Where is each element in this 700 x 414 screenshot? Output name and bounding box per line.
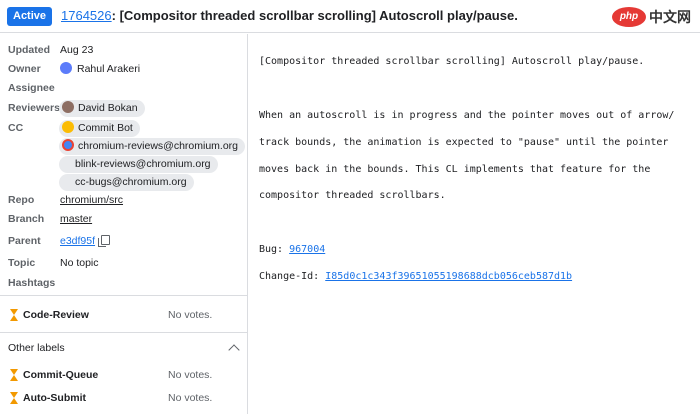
cc-chip[interactable]: cc-bugs@chromium.org [59, 174, 194, 191]
divider [0, 295, 248, 296]
repo-link[interactable]: chromium/src [60, 191, 123, 209]
watermark-text: 中文网 [649, 9, 691, 25]
bug-link[interactable]: 967004 [289, 244, 325, 255]
row-branch: Branch master [0, 210, 248, 228]
label-auto-submit: Auto-Submit No votes. [8, 389, 240, 407]
label-votes: No votes. [168, 309, 213, 321]
status-badge: Active [7, 7, 53, 26]
watermark-oval: php [612, 7, 646, 27]
divider [0, 332, 248, 333]
commit-body-line: moves back in the bounds. This CL implem… [259, 163, 651, 175]
label-votes: No votes. [168, 369, 213, 381]
label-name: Commit-Queue [23, 369, 99, 381]
commit-body-line: track bounds, the animation is expected … [259, 136, 669, 148]
label-commit-queue: Commit-Queue No votes. [8, 366, 240, 384]
hourglass-icon [10, 369, 19, 381]
change-subject: : [Compositor threaded scrollbar scrolli… [111, 8, 518, 23]
commit-body-line: When an autoscroll is in progress and th… [259, 110, 675, 121]
reviewer-avatar [62, 101, 74, 113]
copy-icon[interactable] [98, 235, 111, 247]
chevron-up-icon[interactable] [228, 344, 240, 356]
hashtags-label: Hashtags [8, 277, 56, 289]
watermark-logo: php 中文网 [612, 2, 694, 30]
change-id-line: Change-Id: I85d0c1c343f39651055198688dcb… [259, 270, 689, 283]
label-votes: No votes. [168, 392, 213, 404]
bug-label: Bug: [259, 243, 290, 255]
hourglass-icon [10, 309, 19, 321]
reviewer-name: David Bokan [78, 102, 138, 114]
assignee-label: Assignee [8, 82, 55, 94]
owner-name: Rahul Arakeri [77, 63, 141, 75]
branch-label: Branch [8, 213, 45, 225]
owner-user[interactable]: Rahul Arakeri [60, 60, 140, 78]
row-owner: Owner Rahul Arakeri [0, 60, 248, 78]
cc-chip[interactable]: Commit Bot [59, 120, 140, 137]
cc-chip[interactable]: chromium-reviews@chromium.org [59, 138, 246, 155]
row-topic: Topic No topic [0, 254, 248, 272]
row-hashtags: Hashtags [0, 274, 248, 292]
parent-label: Parent [8, 235, 41, 247]
cc-chip[interactable]: blink-reviews@chromium.org [59, 156, 218, 173]
bug-line: Bug: 967004 [259, 243, 689, 256]
label-name: Auto-Submit [23, 392, 86, 404]
cc-name: chromium-reviews@chromium.org [78, 140, 239, 152]
owner-avatar [60, 62, 72, 74]
row-assignee: Assignee [0, 79, 248, 97]
cc-name: cc-bugs@chromium.org [75, 176, 187, 188]
updated-label: Updated [8, 44, 50, 56]
updated-value: Aug 23 [60, 44, 94, 56]
change-title: 1764526: [Compositor threaded scrollbar … [61, 8, 518, 23]
owner-label: Owner [8, 63, 41, 75]
parent-link[interactable]: e3df95f [60, 235, 95, 247]
cc-name: blink-reviews@chromium.org [75, 158, 211, 170]
row-repo: Repo chromium/src [0, 191, 248, 209]
topic-value[interactable]: No topic [60, 254, 99, 272]
cc-name: Commit Bot [78, 122, 133, 134]
branch-link[interactable]: master [60, 210, 92, 228]
metadata-panel: Updated Aug 23 Owner Rahul Arakeri Assig… [0, 34, 248, 414]
hourglass-icon [10, 392, 19, 404]
row-updated: Updated Aug 23 [0, 41, 248, 59]
label-name: Code-Review [23, 309, 89, 321]
commit-body-line: compositor threaded scrollbars. [259, 190, 446, 202]
label-code-review: Code-Review No votes. [8, 306, 240, 324]
commit-message: [Compositor threaded scrollbar scrolling… [259, 42, 689, 297]
change-id-link[interactable]: I85d0c1c343f39651055198688dcb056ceb587d1… [325, 271, 572, 282]
topic-label: Topic [8, 257, 36, 269]
chromium-avatar [62, 139, 74, 151]
other-labels-title: Other labels [8, 342, 65, 354]
row-parent: Parent e3df95f [0, 232, 248, 250]
commit-bot-avatar [62, 121, 74, 133]
change-header: Active 1764526: [Compositor threaded scr… [0, 0, 700, 33]
reviewers-label: Reviewers [8, 102, 60, 114]
reviewer-chip[interactable]: David Bokan [59, 100, 145, 117]
change-number-link[interactable]: 1764526 [61, 8, 112, 23]
cc-label: CC [8, 122, 24, 134]
change-id-label: Change-Id: [259, 270, 326, 282]
parent-value-wrap: e3df95f [60, 232, 111, 250]
commit-subject: [Compositor threaded scrollbar scrolling… [259, 56, 645, 68]
repo-label: Repo [8, 194, 35, 206]
